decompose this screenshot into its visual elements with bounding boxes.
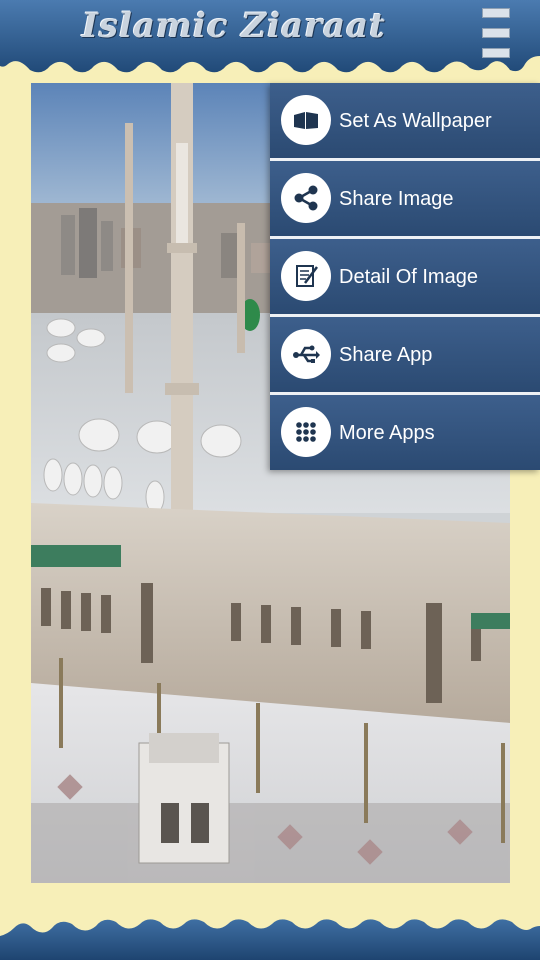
notes-icon xyxy=(281,251,331,301)
menu-item-label: Share Image xyxy=(339,188,454,210)
footer-scallop-band xyxy=(0,910,540,960)
image-options-menu: Set As Wallpaper Share Image Detail Of I… xyxy=(270,83,540,470)
grid-dots-icon xyxy=(281,407,331,457)
menu-item-detail-of-image[interactable]: Detail Of Image xyxy=(270,239,540,314)
menu-item-label: Set As Wallpaper xyxy=(339,110,492,132)
wallpaper-icon xyxy=(281,95,331,145)
menu-item-share-app[interactable]: Share App xyxy=(270,317,540,392)
menu-item-label: More Apps xyxy=(339,422,435,444)
menu-item-share-image[interactable]: Share Image xyxy=(270,161,540,236)
menu-item-more-apps[interactable]: More Apps xyxy=(270,395,540,470)
menu-item-set-wallpaper[interactable]: Set As Wallpaper xyxy=(270,83,540,158)
menu-item-label: Detail Of Image xyxy=(339,266,478,288)
app-title: Islamic Ziaraat xyxy=(82,6,386,46)
hamburger-menu-icon[interactable] xyxy=(482,8,510,58)
menu-item-label: Share App xyxy=(339,344,433,366)
app-header: Islamic Ziaraat xyxy=(0,0,540,80)
usb-share-icon xyxy=(281,329,331,379)
share-icon xyxy=(281,173,331,223)
